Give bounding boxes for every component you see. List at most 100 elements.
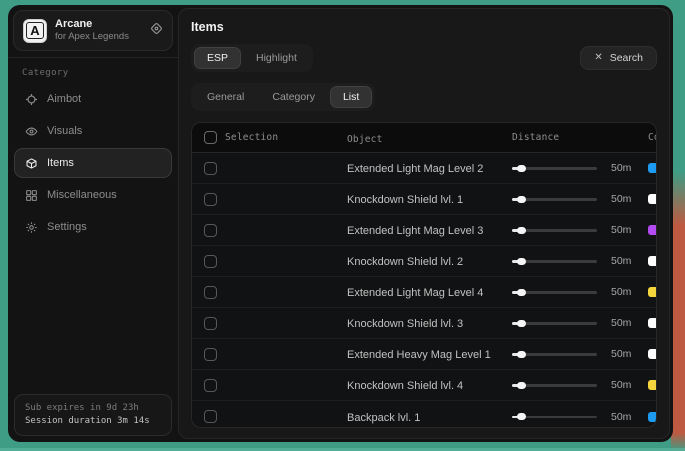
slider-knob[interactable]	[517, 165, 526, 172]
table-row: Extended Light Mag Level 2 50m	[192, 153, 656, 184]
distance-value: 50m	[611, 193, 631, 205]
row-checkbox[interactable]	[204, 348, 217, 361]
slider-knob[interactable]	[517, 258, 526, 265]
distance-slider[interactable]	[512, 226, 597, 234]
main-panel: Items ESPHighlight ✕ Search GeneralCateg…	[178, 8, 670, 439]
row-checkbox[interactable]	[204, 255, 217, 268]
row-checkbox[interactable]	[204, 162, 217, 175]
tab-general[interactable]: General	[194, 86, 257, 108]
object-name: Knockdown Shield lvl. 4	[347, 380, 463, 392]
table-row: Knockdown Shield lvl. 1 50m	[192, 184, 656, 215]
table-row: Knockdown Shield lvl. 4 50m	[192, 370, 656, 401]
sidebar-item-label: Items	[47, 157, 74, 169]
search-button[interactable]: ✕ Search	[580, 46, 657, 70]
object-name: Backpack lvl. 1	[347, 412, 420, 424]
slider-knob[interactable]	[517, 351, 526, 358]
session-duration-text: Session duration 3m 14s	[25, 415, 161, 428]
distance-slider[interactable]	[512, 195, 597, 203]
category-label: Category	[8, 58, 178, 82]
view-tab-group: GeneralCategoryList	[191, 83, 375, 111]
slider-knob[interactable]	[517, 382, 526, 389]
row-checkbox[interactable]	[204, 317, 217, 330]
col-header-color: Color	[648, 132, 657, 143]
table-body: Extended Light Mag Level 250mKnockdown S…	[192, 153, 656, 428]
object-name: Extended Light Mag Level 2	[347, 163, 483, 175]
col-header-selection: Selection	[225, 132, 278, 143]
table-row: Extended Light Mag Level 3 50m	[192, 215, 656, 246]
select-all-checkbox[interactable]	[204, 131, 217, 144]
col-header-object: Object	[347, 134, 383, 145]
distance-slider[interactable]	[512, 164, 597, 172]
tab-highlight[interactable]: Highlight	[243, 47, 310, 69]
color-swatch[interactable]	[648, 380, 657, 390]
table-row: Knockdown Shield lvl. 3 50m	[192, 308, 656, 339]
sidebar-item-label: Aimbot	[47, 93, 81, 105]
color-swatch[interactable]	[648, 318, 657, 328]
row-checkbox[interactable]	[204, 193, 217, 206]
distance-value: 50m	[611, 255, 631, 267]
distance-value: 50m	[611, 224, 631, 236]
page-title: Items	[191, 20, 657, 34]
distance-slider[interactable]	[512, 288, 597, 296]
app-logo: A	[23, 19, 47, 43]
object-name: Extended Light Mag Level 3	[347, 225, 483, 237]
distance-slider[interactable]	[512, 381, 597, 389]
slider-knob[interactable]	[517, 289, 526, 296]
table-row: Extended Light Mag Level 4 50m	[192, 277, 656, 308]
distance-value: 50m	[611, 162, 631, 174]
sidebar: A Arcane for Apex Legends Category Aimbo…	[8, 5, 178, 442]
tab-list[interactable]: List	[330, 86, 372, 108]
object-name: Extended Heavy Mag Level 1	[347, 349, 491, 361]
color-swatch[interactable]	[648, 287, 657, 297]
distance-value: 50m	[611, 317, 631, 329]
color-swatch[interactable]	[648, 349, 657, 359]
table-row: Backpack lvl. 1 50m	[192, 401, 656, 428]
col-header-distance: Distance	[512, 132, 559, 143]
distance-value: 50m	[611, 348, 631, 360]
color-swatch[interactable]	[648, 163, 657, 173]
distance-slider[interactable]	[512, 413, 597, 421]
sub-expires-text: Sub expires in 9d 23h	[25, 402, 161, 415]
object-name: Knockdown Shield lvl. 3	[347, 318, 463, 330]
slider-knob[interactable]	[517, 413, 526, 420]
color-swatch[interactable]	[648, 412, 657, 422]
search-button-label: Search	[610, 52, 643, 64]
table-header-row: Selection Object Distance Color	[192, 123, 656, 153]
app-subtitle: for Apex Legends	[55, 31, 142, 43]
row-checkbox[interactable]	[204, 410, 217, 423]
distance-value: 50m	[611, 286, 631, 298]
color-swatch[interactable]	[648, 256, 657, 266]
slider-knob[interactable]	[517, 227, 526, 234]
row-checkbox[interactable]	[204, 379, 217, 392]
object-name: Knockdown Shield lvl. 1	[347, 194, 463, 206]
distance-value: 50m	[611, 411, 631, 423]
compass-icon[interactable]	[150, 22, 163, 40]
sidebar-nav: Aimbot Visuals Items Miscellaneous Settings	[8, 82, 178, 244]
eye-icon	[24, 124, 38, 138]
distance-slider[interactable]	[512, 350, 597, 358]
tab-category[interactable]: Category	[259, 86, 328, 108]
sidebar-item-settings[interactable]: Settings	[14, 212, 172, 242]
app-header: A Arcane for Apex Legends	[13, 10, 173, 51]
slider-knob[interactable]	[517, 320, 526, 327]
row-checkbox[interactable]	[204, 286, 217, 299]
sidebar-item-items[interactable]: Items	[14, 148, 172, 178]
object-name: Extended Light Mag Level 4	[347, 287, 483, 299]
sidebar-item-label: Miscellaneous	[47, 189, 117, 201]
gear-icon	[24, 220, 38, 234]
distance-slider[interactable]	[512, 257, 597, 265]
row-checkbox[interactable]	[204, 224, 217, 237]
sidebar-item-miscellaneous[interactable]: Miscellaneous	[14, 180, 172, 210]
app-window: A Arcane for Apex Legends Category Aimbo…	[8, 5, 673, 442]
color-swatch[interactable]	[648, 194, 657, 204]
slider-knob[interactable]	[517, 196, 526, 203]
session-card: Sub expires in 9d 23h Session duration 3…	[14, 394, 172, 436]
app-logo-letter: A	[26, 22, 43, 39]
tab-esp[interactable]: ESP	[194, 47, 241, 69]
distance-slider[interactable]	[512, 319, 597, 327]
color-swatch[interactable]	[648, 225, 657, 235]
distance-value: 50m	[611, 379, 631, 391]
object-name: Knockdown Shield lvl. 2	[347, 256, 463, 268]
sidebar-item-aimbot[interactable]: Aimbot	[14, 84, 172, 114]
sidebar-item-visuals[interactable]: Visuals	[14, 116, 172, 146]
